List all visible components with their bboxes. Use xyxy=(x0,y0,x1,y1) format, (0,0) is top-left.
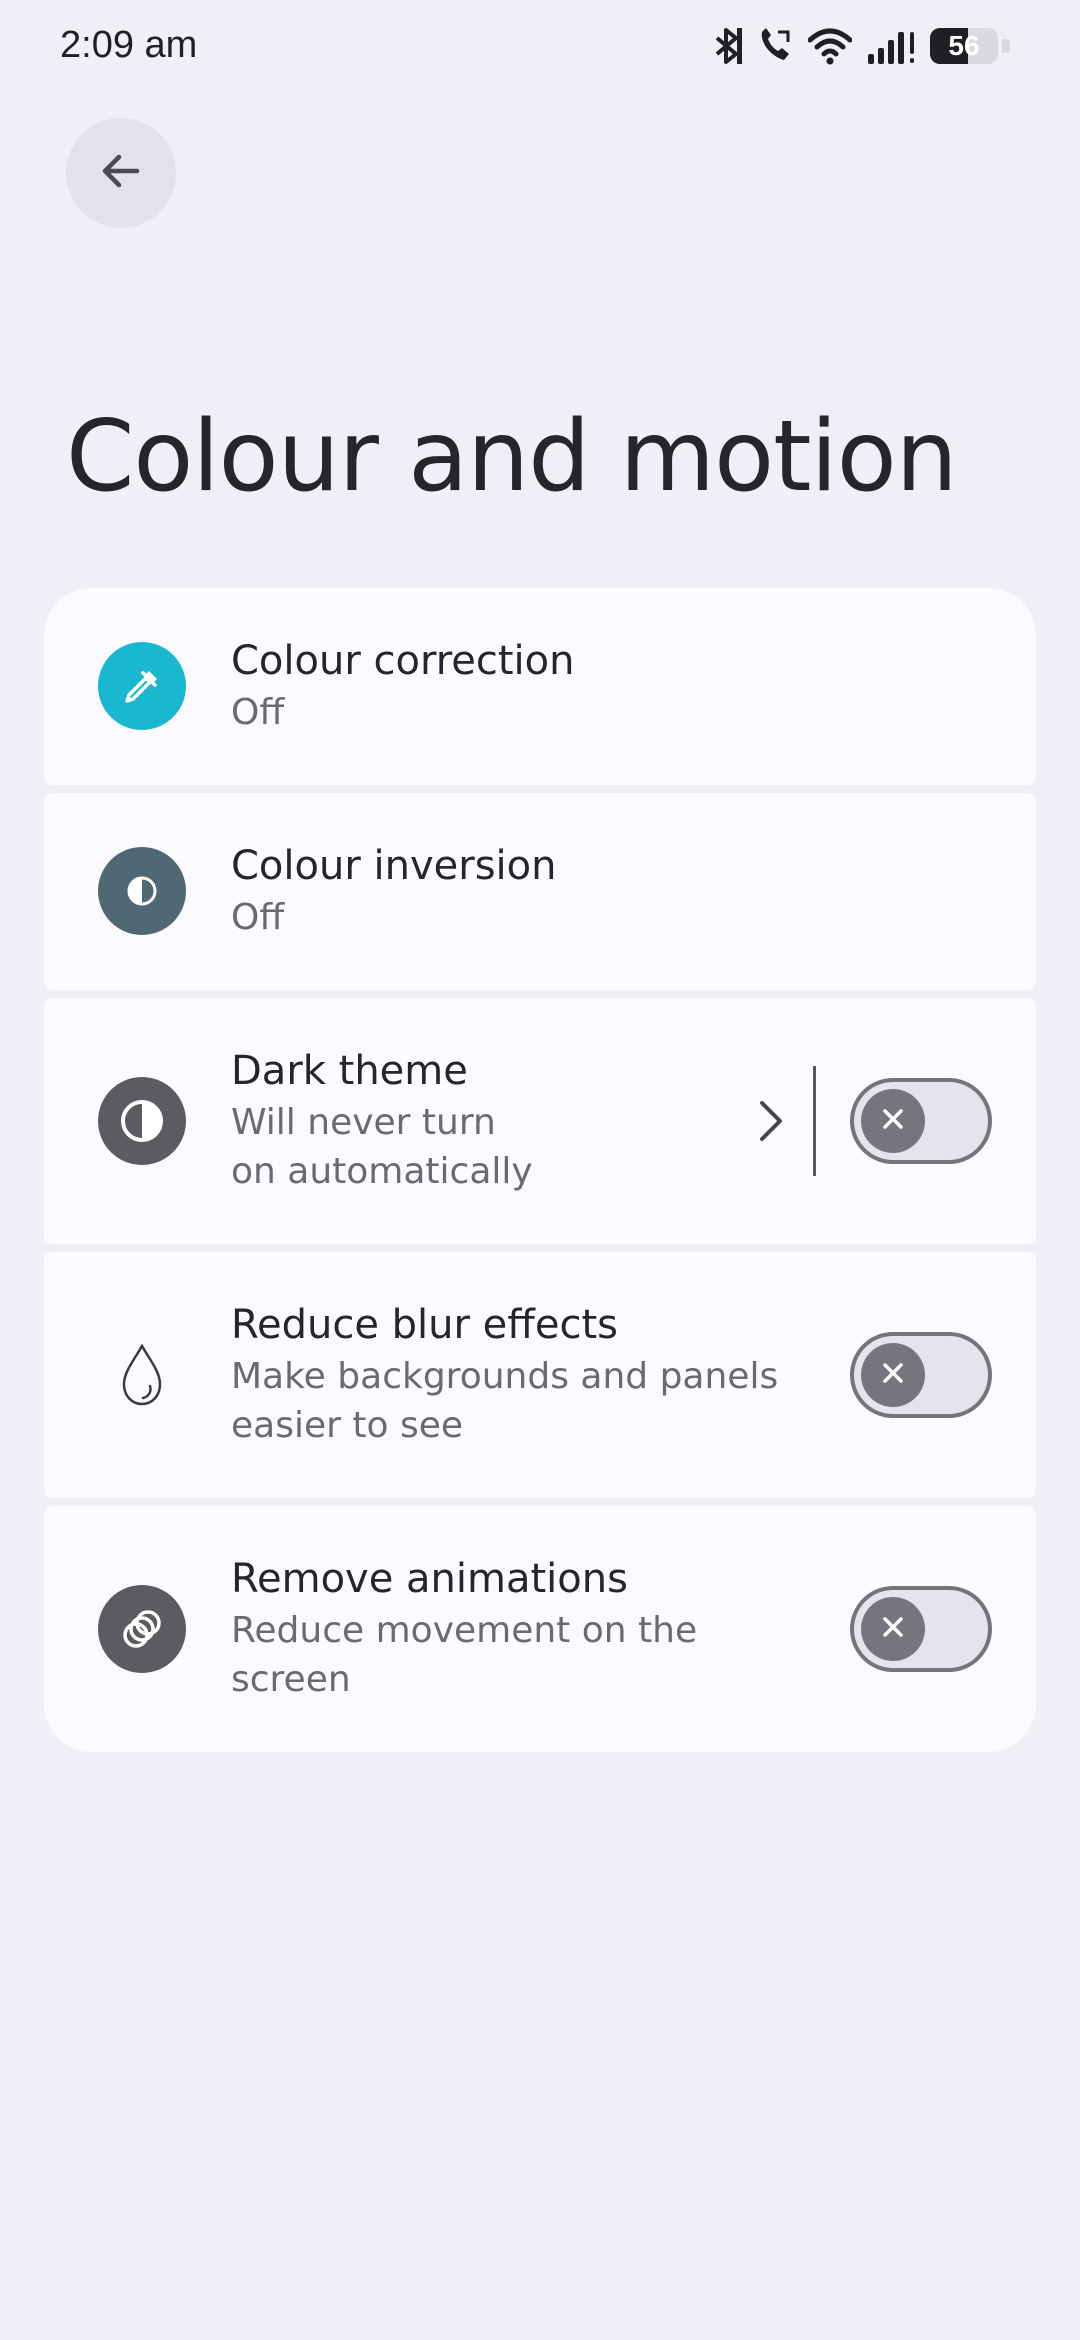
setting-summary: Reduce movement on the screen xyxy=(231,1610,698,1700)
close-icon xyxy=(878,1612,908,1646)
chevron-right-icon[interactable] xyxy=(750,1091,790,1151)
status-icons: 56 xyxy=(712,26,1010,66)
bluetooth-icon xyxy=(712,26,742,66)
battery-icon: 56 xyxy=(930,28,1010,64)
setting-colour-inversion[interactable]: Colour inversion Off xyxy=(44,793,1036,990)
wifi-calling-icon xyxy=(756,26,794,66)
page-title: Colour and motion xyxy=(66,400,958,514)
water-drop-icon xyxy=(98,1331,186,1419)
remove-animations-toggle[interactable] xyxy=(850,1586,992,1672)
toggle-thumb xyxy=(861,1343,925,1407)
dark-theme-toggle[interactable] xyxy=(850,1078,992,1164)
setting-summary: Off xyxy=(231,897,285,938)
setting-summary: Will never turn on automatically xyxy=(231,1102,533,1192)
setting-title: Reduce blur effects xyxy=(231,1302,618,1348)
dark-theme-icon xyxy=(98,1077,186,1165)
setting-title: Colour inversion xyxy=(231,843,557,889)
toggle-thumb xyxy=(861,1597,925,1661)
battery-level: 56 xyxy=(948,30,980,61)
animation-circles-icon xyxy=(98,1585,186,1673)
wifi-icon xyxy=(808,26,852,66)
status-bar: 2:09 am 56 xyxy=(0,0,1080,96)
setting-summary: Make backgrounds and panels easier to se… xyxy=(231,1356,779,1446)
setting-title: Colour correction xyxy=(231,638,575,684)
colour-inversion-icon xyxy=(98,847,186,935)
setting-summary: Off xyxy=(231,692,285,733)
setting-title: Remove animations xyxy=(231,1556,628,1602)
setting-title: Dark theme xyxy=(231,1048,468,1094)
status-time: 2:09 am xyxy=(60,24,198,66)
signal-icon xyxy=(866,26,916,66)
setting-reduce-blur[interactable]: Reduce blur effects Make backgrounds and… xyxy=(44,1252,1036,1498)
toggle-thumb xyxy=(861,1089,925,1153)
close-icon xyxy=(878,1358,908,1392)
eyedropper-icon xyxy=(98,642,186,730)
setting-colour-correction[interactable]: Colour correction Off xyxy=(44,588,1036,785)
arrow-left-icon xyxy=(97,147,145,199)
setting-remove-animations[interactable]: Remove animations Reduce movement on the… xyxy=(44,1506,1036,1752)
divider xyxy=(813,1066,816,1176)
back-button[interactable] xyxy=(66,118,176,228)
setting-dark-theme[interactable]: Dark theme Will never turn on automatica… xyxy=(44,998,1036,1244)
reduce-blur-toggle[interactable] xyxy=(850,1332,992,1418)
close-icon xyxy=(878,1104,908,1138)
